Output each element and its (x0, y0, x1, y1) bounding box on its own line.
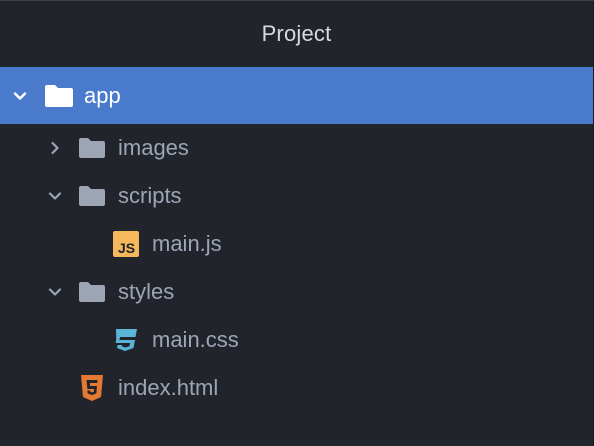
tree-item-label: app (84, 82, 121, 108)
tree-item-label: images (118, 135, 189, 160)
folder-icon (78, 281, 106, 303)
javascript-file-icon: JS (112, 230, 140, 258)
panel-title: Project (261, 21, 332, 46)
folder-icon (78, 185, 106, 207)
tree-item-scripts[interactable]: scripts (0, 172, 593, 220)
tree-item-label: main.css (152, 327, 239, 352)
chevron-down-icon[interactable] (46, 187, 64, 205)
html5-file-icon (79, 374, 105, 402)
tree-item-label: styles (118, 279, 175, 304)
folder-icon (78, 137, 106, 159)
tree-item-app[interactable]: app (0, 67, 593, 124)
chevron-down-icon[interactable] (46, 283, 64, 301)
tree-item-index-html[interactable]: index.html (0, 364, 593, 412)
file-tree: app images scripts JS main.js styles mai… (0, 67, 593, 412)
tree-item-label: index.html (118, 375, 219, 400)
chevron-down-icon[interactable] (11, 87, 29, 105)
tree-item-label: scripts (118, 183, 182, 208)
folder-icon (44, 84, 74, 108)
tree-item-main-js[interactable]: JS main.js (0, 220, 593, 268)
tree-item-main-css[interactable]: main.css (0, 316, 593, 364)
project-panel: Project app images scripts JS main.js st… (0, 0, 594, 446)
tree-item-label: main.js (152, 231, 222, 256)
chevron-right-icon[interactable] (46, 139, 64, 157)
tree-item-styles[interactable]: styles (0, 268, 593, 316)
panel-header: Project (0, 1, 593, 67)
tree-item-images[interactable]: images (0, 124, 593, 172)
css3-file-icon (112, 327, 140, 353)
js-badge: JS (118, 240, 135, 256)
